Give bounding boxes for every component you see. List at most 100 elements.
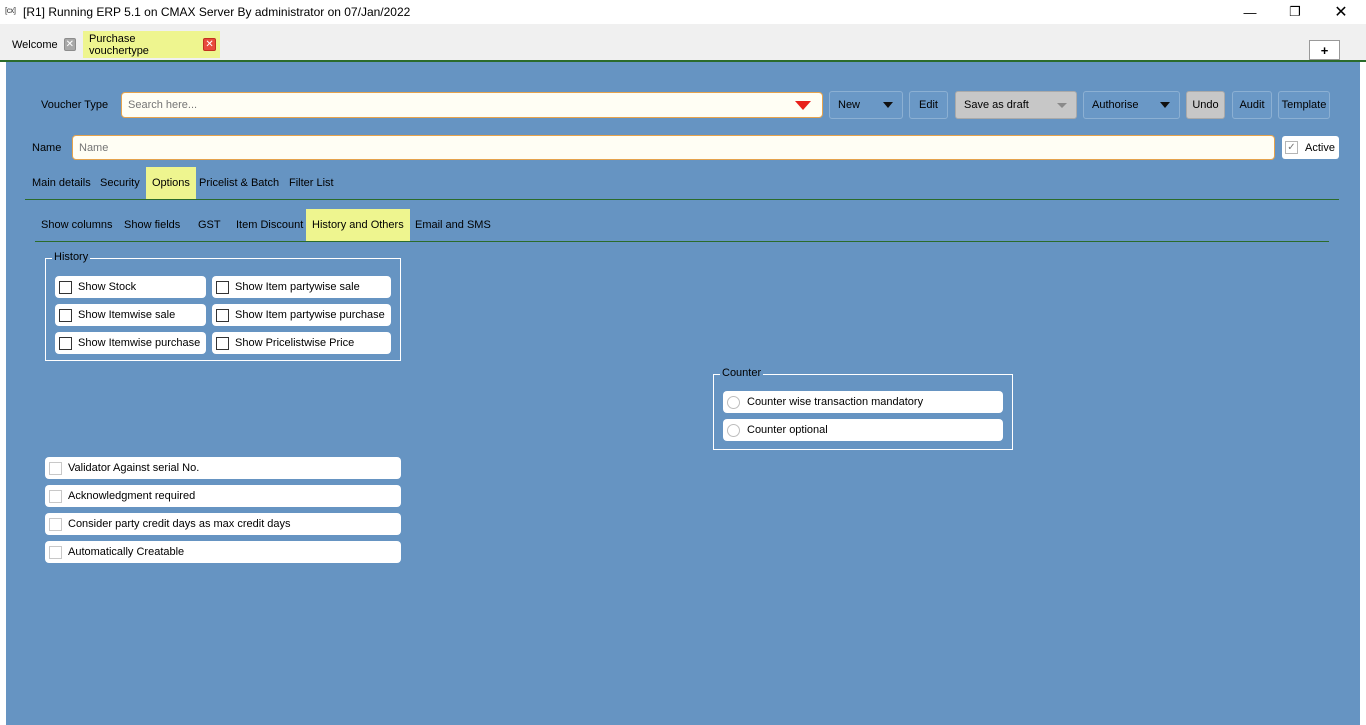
audit-button[interactable]: Audit xyxy=(1232,91,1272,119)
history-group: History Show Stock Show Item partywise s… xyxy=(45,251,401,361)
checkbox[interactable] xyxy=(49,545,62,559)
checkbox[interactable] xyxy=(49,461,62,475)
history-group-title: History xyxy=(52,251,91,263)
validator-serial-option[interactable]: Validator Against serial No. xyxy=(45,457,401,479)
voucher-type-search[interactable] xyxy=(121,92,823,118)
title-bar: [cx] [R1] Running ERP 5.1 on CMAX Server… xyxy=(0,0,1366,24)
show-stock-option[interactable]: Show Stock xyxy=(55,276,206,298)
name-label: Name xyxy=(32,142,62,154)
tab-label: Pricelist & Batch xyxy=(199,177,280,189)
doc-tab-welcome[interactable]: Welcome ✕ xyxy=(6,31,80,58)
tab-label: Options xyxy=(152,177,190,189)
subtab-divider xyxy=(35,241,1329,242)
tab-security[interactable]: Security xyxy=(100,167,140,199)
new-button[interactable]: New xyxy=(829,91,903,119)
check-icon[interactable]: ✓ xyxy=(1285,141,1298,154)
radio-button[interactable] xyxy=(727,423,740,437)
minimize-icon[interactable]: — xyxy=(1227,0,1273,24)
checkbox[interactable] xyxy=(216,280,229,294)
tab-options[interactable]: Options xyxy=(146,167,196,199)
radio-button[interactable] xyxy=(727,395,740,409)
window-title: [R1] Running ERP 5.1 on CMAX Server By a… xyxy=(23,5,411,19)
new-dropdown-icon[interactable] xyxy=(874,92,902,118)
show-item-partywise-sale-option[interactable]: Show Item partywise sale xyxy=(212,276,391,298)
option-label: Show Item partywise purchase xyxy=(235,309,385,321)
subtab-gst[interactable]: GST xyxy=(198,209,221,241)
option-label: Show Stock xyxy=(78,281,137,293)
option-label: Automatically Creatable xyxy=(68,546,185,558)
subtab-item-discount[interactable]: Item Discount xyxy=(236,209,303,241)
counter-group: Counter Counter wise transaction mandato… xyxy=(713,367,1013,450)
show-itemwise-sale-option[interactable]: Show Itemwise sale xyxy=(55,304,206,326)
undo-button[interactable]: Undo xyxy=(1186,91,1225,119)
counter-optional-option[interactable]: Counter optional xyxy=(723,419,1003,441)
tab-label: Email and SMS xyxy=(415,219,491,231)
tab-filter-list[interactable]: Filter List xyxy=(289,167,334,199)
subtab-email-and-sms[interactable]: Email and SMS xyxy=(415,209,491,241)
option-label: Show Item partywise sale xyxy=(235,281,360,293)
active-toggle[interactable]: ✓ Active xyxy=(1282,136,1339,159)
acknowledgment-required-option[interactable]: Acknowledgment required xyxy=(45,485,401,507)
checkbox[interactable] xyxy=(59,308,72,322)
tab-main-details[interactable]: Main details xyxy=(32,167,91,199)
party-credit-days-option[interactable]: Consider party credit days as max credit… xyxy=(45,513,401,535)
tab-divider xyxy=(25,199,1339,200)
undo-button-label: Undo xyxy=(1192,99,1219,111)
template-button-label: Template xyxy=(1281,99,1327,111)
doc-tab-label: Welcome xyxy=(12,38,58,51)
authorise-button[interactable]: Authorise xyxy=(1083,91,1180,119)
active-label: Active xyxy=(1305,141,1335,154)
tab-label: Filter List xyxy=(289,177,334,189)
app-icon: [cx] xyxy=(5,6,16,15)
main-panel: Voucher Type New Edit Save as draft Auth… xyxy=(6,62,1360,725)
counter-group-title: Counter xyxy=(720,367,764,379)
close-tab-icon[interactable]: ✕ xyxy=(63,38,76,51)
show-pricelistwise-price-option[interactable]: Show Pricelistwise Price xyxy=(212,332,391,354)
subtab-show-columns[interactable]: Show columns xyxy=(41,209,113,241)
tab-label: GST xyxy=(198,219,221,231)
show-itemwise-purchase-option[interactable]: Show Itemwise purchase xyxy=(55,332,206,354)
tab-label: Item Discount xyxy=(236,219,304,231)
close-tab-icon[interactable]: ✕ xyxy=(203,38,216,51)
authorise-dropdown-icon[interactable] xyxy=(1151,92,1179,118)
save-dropdown-icon[interactable] xyxy=(1048,92,1076,118)
tab-label: Show columns xyxy=(41,219,113,231)
tab-label: Security xyxy=(100,177,140,189)
option-label: Show Itemwise purchase xyxy=(78,337,201,349)
tab-pricelist-batch[interactable]: Pricelist & Batch xyxy=(199,167,279,199)
checkbox[interactable] xyxy=(49,517,62,531)
audit-button-label: Audit xyxy=(1239,99,1265,111)
checkbox[interactable] xyxy=(49,489,62,503)
dropdown-arrow-icon[interactable] xyxy=(795,101,811,110)
subtab-show-fields[interactable]: Show fields xyxy=(124,209,180,241)
checkbox[interactable] xyxy=(59,336,72,350)
edit-button[interactable]: Edit xyxy=(909,91,948,119)
voucher-type-label: Voucher Type xyxy=(41,99,109,111)
tab-label: Show fields xyxy=(124,219,181,231)
checkbox[interactable] xyxy=(216,308,229,322)
tab-label: Main details xyxy=(32,177,91,189)
option-label: Validator Against serial No. xyxy=(68,462,200,474)
show-item-partywise-purchase-option[interactable]: Show Item partywise purchase xyxy=(212,304,391,326)
subtab-history-and-others[interactable]: History and Others xyxy=(306,209,410,241)
close-icon[interactable]: ✕ xyxy=(1318,0,1364,24)
doc-tab-purchase-vouchertype[interactable]: Purchase vouchertype ✕ xyxy=(83,31,220,58)
voucher-type-search-input[interactable] xyxy=(122,93,782,117)
save-as-draft-button[interactable]: Save as draft xyxy=(955,91,1077,119)
template-button[interactable]: Template xyxy=(1278,91,1330,119)
option-label: Counter optional xyxy=(747,424,828,436)
authorise-label: Authorise xyxy=(1092,99,1139,111)
name-input[interactable] xyxy=(73,136,1263,159)
edit-button-label: Edit xyxy=(919,99,938,111)
counter-mandatory-option[interactable]: Counter wise transaction mandatory xyxy=(723,391,1003,413)
new-button-label: New xyxy=(838,99,861,111)
checkbox[interactable] xyxy=(216,336,229,350)
tab-label: History and Others xyxy=(312,219,404,231)
add-tab-button[interactable]: + xyxy=(1309,40,1340,60)
maximize-icon[interactable]: ❐ xyxy=(1272,0,1318,24)
automatically-creatable-option[interactable]: Automatically Creatable xyxy=(45,541,401,563)
option-label: Show Itemwise sale xyxy=(78,309,176,321)
checkbox[interactable] xyxy=(59,280,72,294)
doc-tab-label: Purchase vouchertype xyxy=(89,32,149,57)
name-field[interactable] xyxy=(72,135,1275,160)
